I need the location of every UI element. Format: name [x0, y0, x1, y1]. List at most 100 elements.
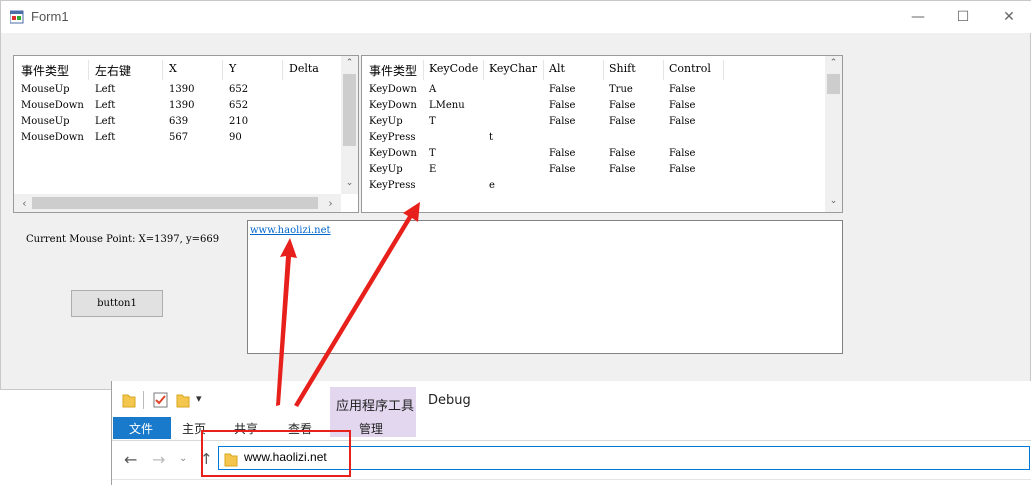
back-icon[interactable]: ← [124, 450, 137, 469]
toolbar-divider [143, 391, 144, 409]
row-keycode: A [429, 84, 437, 95]
scroll-down-icon[interactable]: ⌄ [341, 178, 358, 188]
row-event-type: MouseUp [21, 116, 70, 127]
mouse-col-button[interactable]: 左右键 [95, 62, 131, 79]
row-event-type: KeyDown [369, 148, 417, 159]
rich-text-box[interactable]: www.haolizi.net [247, 220, 843, 354]
mouse-col-x[interactable]: X [169, 62, 177, 75]
title-bar[interactable]: Form1 — ☐ ✕ [1, 1, 1031, 33]
row-event-type: KeyPress [369, 132, 416, 143]
row-event-type: KeyDown [369, 84, 417, 95]
column-divider[interactable] [663, 60, 664, 80]
row-x: 1390 [169, 100, 195, 111]
row-event-type: KeyPress [369, 180, 416, 191]
key-col-control[interactable]: Control [669, 62, 711, 75]
scroll-thumb[interactable] [32, 197, 318, 209]
horizontal-scrollbar[interactable]: ‹ › [14, 194, 341, 212]
row-alt: False [549, 148, 576, 159]
row-control: False [669, 100, 696, 111]
column-divider[interactable] [162, 60, 163, 80]
row-keychar: e [489, 180, 495, 191]
row-keycode: E [429, 164, 437, 175]
key-event-listview[interactable]: 事件类型 KeyCode KeyChar Alt Shift Control K… [361, 55, 843, 213]
key-col-keychar[interactable]: KeyChar [489, 62, 537, 75]
row-button: Left [95, 132, 116, 143]
row-alt: False [549, 84, 576, 95]
row-y: 90 [229, 132, 242, 143]
mouse-event-listview[interactable]: 事件类型 左右键 X Y Delta MouseUp Left 1390 652… [13, 55, 359, 213]
context-tab-label: 应用程序工具 [336, 399, 415, 414]
column-divider[interactable] [282, 60, 283, 80]
key-col-event-type[interactable]: 事件类型 [369, 62, 417, 79]
maximize-button[interactable]: ☐ [948, 7, 978, 27]
row-keychar: t [489, 132, 494, 143]
column-divider[interactable] [543, 60, 544, 80]
scroll-down-icon[interactable]: ⌄ [825, 196, 842, 206]
scroll-left-icon[interactable]: ‹ [16, 197, 33, 210]
row-control: False [669, 116, 696, 127]
scroll-thumb[interactable] [827, 74, 840, 94]
column-divider[interactable] [423, 60, 424, 80]
mouse-point-label: Current Mouse Point: X=1397, y=669 [26, 234, 220, 245]
new-folder-icon[interactable] [176, 392, 190, 408]
recent-locations-icon[interactable]: ⌄ [179, 453, 187, 464]
row-button: Left [95, 84, 116, 95]
tab-file[interactable]: 文件 [113, 417, 171, 439]
row-event-type: MouseUp [21, 84, 70, 95]
close-button[interactable]: ✕ [994, 7, 1024, 27]
row-event-type: MouseDown [21, 132, 84, 143]
row-x: 1390 [169, 84, 195, 95]
scroll-right-icon[interactable]: › [322, 197, 339, 210]
row-shift: False [609, 148, 636, 159]
vertical-scrollbar[interactable]: ⌃ ⌄ [825, 56, 842, 212]
scroll-up-icon[interactable]: ⌃ [341, 58, 358, 68]
form1-window: Form1 — ☐ ✕ 事件类型 左右键 X Y Delta MouseUp L… [0, 0, 1031, 390]
haolizi-link[interactable]: www.haolizi.net [250, 225, 331, 236]
key-col-shift[interactable]: Shift [609, 62, 636, 75]
row-y: 652 [229, 100, 249, 111]
row-keycode: LMenu [429, 100, 465, 111]
minimize-button[interactable]: — [903, 7, 933, 27]
row-event-type: MouseDown [21, 100, 84, 111]
row-control: False [669, 164, 696, 175]
row-y: 652 [229, 84, 249, 95]
key-col-alt[interactable]: Alt [549, 62, 565, 75]
row-y: 210 [229, 116, 249, 127]
key-col-keycode[interactable]: KeyCode [429, 62, 478, 75]
scroll-up-icon[interactable]: ⌃ [825, 58, 842, 68]
folder-icon [122, 394, 136, 408]
vertical-scrollbar[interactable]: ⌃ ⌄ [341, 56, 358, 194]
column-divider[interactable] [603, 60, 604, 80]
tab-file-label: 文件 [129, 422, 154, 436]
row-shift: False [609, 164, 636, 175]
column-divider[interactable] [723, 60, 724, 80]
column-header-line [112, 479, 1031, 480]
scroll-thumb[interactable] [343, 74, 356, 146]
folder-title: Debug [428, 393, 471, 408]
row-alt: False [549, 100, 576, 111]
row-alt: False [549, 164, 576, 175]
row-control: False [669, 84, 696, 95]
mouse-col-y[interactable]: Y [229, 62, 236, 75]
forward-icon[interactable]: → [152, 450, 165, 469]
mouse-col-delta[interactable]: Delta [289, 62, 319, 75]
customize-toolbar-icon[interactable]: ▾ [196, 392, 202, 405]
button1[interactable]: button1 [71, 290, 163, 317]
tab-manage[interactable]: 管理 [359, 420, 383, 437]
column-divider[interactable] [222, 60, 223, 80]
mouse-col-event-type[interactable]: 事件类型 [21, 62, 69, 79]
row-event-type: KeyDown [369, 100, 417, 111]
column-divider[interactable] [88, 60, 89, 80]
row-shift: True [609, 84, 633, 95]
row-keycode: T [429, 148, 436, 159]
row-keycode: T [429, 116, 436, 127]
row-control: False [669, 148, 696, 159]
row-event-type: KeyUp [369, 116, 403, 127]
window-title: Form1 [31, 9, 69, 24]
column-divider[interactable] [483, 60, 484, 80]
row-x: 567 [169, 132, 189, 143]
row-event-type: KeyUp [369, 164, 403, 175]
properties-icon[interactable] [153, 392, 169, 408]
row-button: Left [95, 100, 116, 111]
row-shift: False [609, 100, 636, 111]
